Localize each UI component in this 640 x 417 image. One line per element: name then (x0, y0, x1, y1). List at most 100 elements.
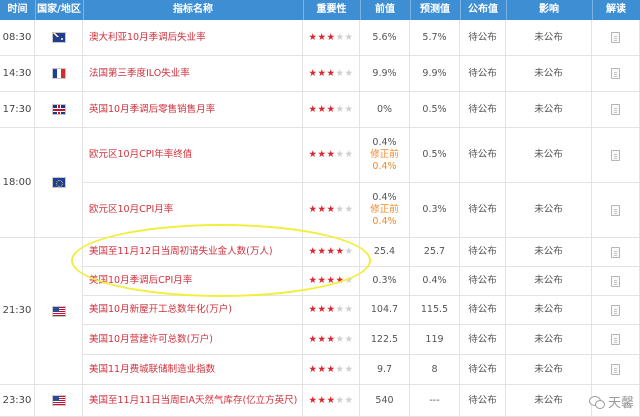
interpret-cell (592, 267, 640, 296)
published-value: 待公布 (460, 183, 506, 238)
previous-value: 0.4% (372, 192, 397, 203)
revised-value: 0.4% (372, 216, 397, 227)
published-value: 待公布 (460, 355, 506, 385)
france-flag-icon (51, 68, 66, 79)
australia-flag-icon (51, 32, 66, 43)
published-value: 待公布 (460, 296, 506, 325)
col-header-country: 国家/地区 (37, 4, 81, 15)
importance-stars: ★★★★★ (303, 183, 360, 238)
previous-value: 122.5 (360, 325, 410, 355)
uk-flag-icon (51, 104, 66, 115)
impact-value: 未公布 (506, 325, 592, 355)
impact-value: 未公布 (506, 238, 592, 267)
country-cell (35, 20, 83, 56)
time-cell: 14:30 (0, 56, 35, 92)
us-flag-icon (51, 305, 66, 317)
forecast-value: 25.7 (410, 238, 460, 267)
revised-value: 0.4% (372, 161, 397, 172)
document-icon[interactable] (611, 304, 620, 316)
forecast-value: --- (410, 385, 460, 417)
time-cell: 18:00 (0, 128, 35, 238)
importance-stars: ★★★★★ (303, 92, 360, 128)
importance-stars: ★★★★★ (303, 56, 360, 92)
document-icon[interactable] (611, 364, 620, 375)
forecast-value: 0.4% (410, 267, 460, 296)
interpret-cell (592, 92, 640, 128)
document-icon[interactable] (611, 68, 620, 79)
time-cell: 08:30 (0, 20, 35, 56)
interpret-cell (592, 56, 640, 92)
col-header-importance: 重要性 (316, 4, 347, 15)
document-icon[interactable] (611, 104, 620, 115)
wechat-icon (588, 395, 605, 409)
interpret-cell (592, 296, 640, 325)
forecast-value: 9.9% (410, 56, 460, 92)
indicator-name-link[interactable]: 欧元区10月CPI年率终值 (83, 128, 303, 183)
revised-label: 修正前 (370, 204, 399, 215)
importance-stars: ★★★★★ (303, 238, 360, 267)
previous-value: 104.7 (360, 296, 410, 325)
indicator-name-link[interactable]: 英国10月季调后零售销售月率 (83, 92, 303, 128)
indicator-name-link[interactable]: 美国11月费城联储制造业指数 (83, 355, 303, 385)
published-value: 待公布 (460, 238, 506, 267)
published-value: 待公布 (460, 267, 506, 296)
impact-value: 未公布 (506, 20, 592, 56)
time-cell: 21:30 (0, 238, 35, 385)
impact-value: 未公布 (506, 267, 592, 296)
published-value: 待公布 (460, 56, 506, 92)
importance-stars: ★★★★★ (303, 355, 360, 385)
published-value: 待公布 (460, 128, 506, 183)
col-header-published: 公布值 (468, 4, 498, 15)
forecast-value: 0.3% (410, 183, 460, 238)
impact-value: 未公布 (506, 92, 592, 128)
document-icon[interactable] (611, 334, 620, 345)
col-header-previous: 前值 (375, 4, 395, 15)
eu-flag-icon (51, 177, 66, 188)
document-icon[interactable] (611, 275, 620, 287)
impact-value: 未公布 (506, 56, 592, 92)
impact-value: 未公布 (506, 385, 592, 417)
col-header-time: 时间 (7, 4, 28, 15)
previous-value: 5.6% (360, 20, 410, 56)
country-cell (35, 238, 83, 385)
table-header: 时间 国家/地区 指标名称 重要性 前值 预测值 公布值 影响 解读 (0, 0, 640, 20)
indicator-name-link[interactable]: 美国至11月11日当周EIA天然气库存(亿立方英尺) (83, 385, 303, 417)
published-value: 待公布 (460, 385, 506, 417)
forecast-value: 0.5% (410, 128, 460, 183)
col-header-impact: 影响 (539, 4, 559, 15)
previous-value: 25.4 (360, 238, 410, 267)
document-icon[interactable] (611, 204, 620, 216)
previous-value: 0.4% (372, 137, 397, 148)
indicator-name-link[interactable]: 美国10月营建许可总数(万户) (83, 325, 303, 355)
document-icon[interactable] (611, 32, 620, 43)
document-icon[interactable] (611, 149, 620, 161)
indicator-name-link[interactable]: 美国至11月12日当周初请失业金人数(万人) (83, 238, 303, 267)
country-cell (35, 385, 83, 417)
indicator-name-link[interactable]: 美国10月季调后CPI月率 (83, 267, 303, 296)
impact-value: 未公布 (506, 296, 592, 325)
previous-value-cell: 0.4% 修正前 0.4% (360, 128, 410, 183)
previous-value-cell: 0.4% 修正前 0.4% (360, 183, 410, 238)
forecast-value: 0.5% (410, 92, 460, 128)
revised-label: 修正前 (370, 149, 399, 160)
document-icon[interactable] (611, 246, 620, 258)
watermark: 天馨 (588, 392, 634, 411)
country-cell (35, 128, 83, 238)
us-flag-icon (51, 395, 66, 406)
indicator-name-link[interactable]: 法国第三季度ILO失业率 (83, 56, 303, 92)
indicator-name-link[interactable]: 欧元区10月CPI月率 (83, 183, 303, 238)
importance-stars: ★★★★★ (303, 20, 360, 56)
importance-stars: ★★★★★ (303, 267, 360, 296)
col-header-interpret: 解读 (606, 4, 626, 15)
published-value: 待公布 (460, 92, 506, 128)
col-header-forecast: 预测值 (420, 4, 450, 15)
impact-value: 未公布 (506, 128, 592, 183)
previous-value: 0% (360, 92, 410, 128)
importance-stars: ★★★★★ (303, 128, 360, 183)
forecast-value: 5.7% (410, 20, 460, 56)
forecast-value: 119 (410, 325, 460, 355)
interpret-cell (592, 355, 640, 385)
previous-value: 9.7 (360, 355, 410, 385)
indicator-name-link[interactable]: 美国10月新屋开工总数年化(万户) (83, 296, 303, 325)
indicator-name-link[interactable]: 澳大利亚10月季调后失业率 (83, 20, 303, 56)
